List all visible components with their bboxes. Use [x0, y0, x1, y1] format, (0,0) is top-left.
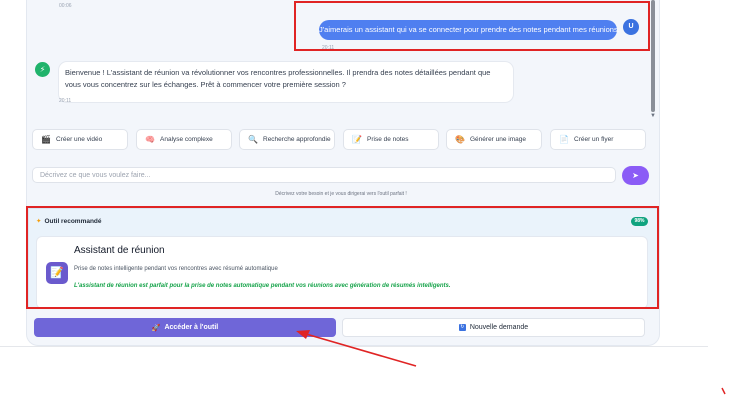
highlight-box-user-message	[294, 1, 650, 51]
annotation-red-mark	[721, 387, 726, 395]
annotation-arrow-line	[305, 333, 417, 367]
annotation-overlay	[26, 1, 726, 395]
annotation-arrowhead-icon	[296, 330, 310, 339]
highlight-box-recommended-tool	[26, 206, 659, 309]
